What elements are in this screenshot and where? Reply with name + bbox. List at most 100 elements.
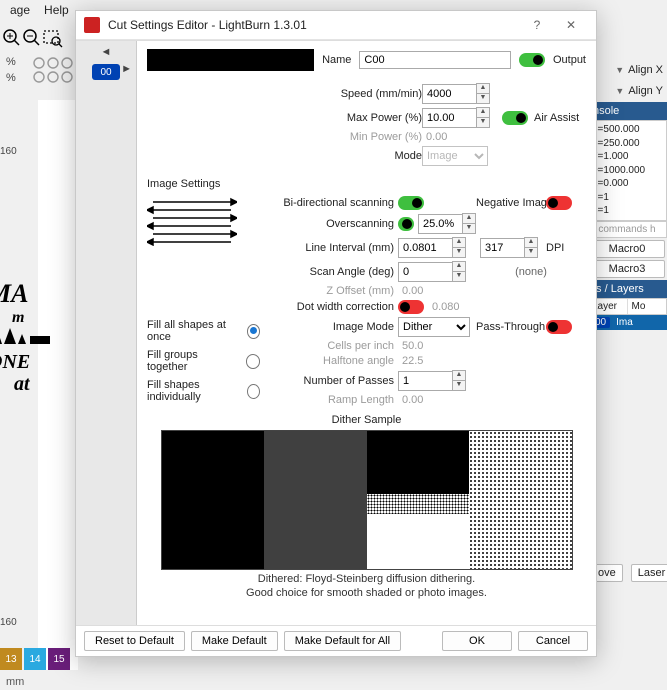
output-label: Output <box>553 54 586 66</box>
ramp-value: 0.00 <box>398 394 476 406</box>
minpower-value: 0.00 <box>422 131 496 143</box>
dither-caption: Dithered: Floyd-Steinberg diffusion dith… <box>147 572 586 601</box>
chevron-icon[interactable]: ▼ <box>615 86 624 96</box>
ok-button[interactable]: OK <box>442 631 512 651</box>
reset-default-button[interactable]: Reset to Default <box>84 631 185 651</box>
bidi-toggle[interactable] <box>398 196 424 210</box>
mode-label: Mode <box>147 150 422 162</box>
chevron-icon[interactable]: ▼ <box>615 65 624 75</box>
overscan-input[interactable]: ▲▼ <box>418 213 476 234</box>
app-window: age Help % % 160 160 MA m ONE at ▼Align … <box>0 0 667 690</box>
menu-item[interactable]: Help <box>44 3 69 25</box>
menu-item[interactable]: age <box>10 3 30 25</box>
overscan-toggle[interactable] <box>398 217 414 231</box>
dotwidth-value: 0.080 <box>428 301 460 313</box>
bidi-label: Bi-directional scanning <box>268 197 398 209</box>
zoffset-value: 0.00 <box>398 285 476 297</box>
layer-mode: Ima <box>616 317 633 328</box>
passthrough-label: Pass-Through <box>476 321 546 333</box>
mode-select[interactable]: Image <box>422 146 488 166</box>
toolbar <box>0 24 66 52</box>
color-swatch[interactable]: 14 <box>24 648 46 670</box>
align-y-btn[interactable]: Align Y <box>628 85 663 97</box>
design-preview: MA m ONE at <box>0 280 78 395</box>
dpi-input[interactable]: ▲▼ <box>480 237 546 258</box>
overscan-label: Overscanning <box>268 218 398 230</box>
color-palette: 13 14 15 <box>0 646 72 672</box>
name-input[interactable] <box>359 51 511 69</box>
scanangle-label: Scan Angle (deg) <box>268 266 398 278</box>
dither-sample-image <box>161 430 573 570</box>
console-header: nsole <box>587 102 667 120</box>
output-toggle[interactable] <box>519 53 545 67</box>
passthrough-toggle[interactable] <box>546 320 572 334</box>
chevron-right-icon[interactable]: ► <box>121 64 132 75</box>
ruler-mark: 160 <box>0 617 38 628</box>
name-label: Name <box>322 54 351 66</box>
layer-row[interactable]: 00 Ima <box>587 315 667 330</box>
percent-label: % <box>6 72 16 84</box>
right-panels: ▼ Align X ▼ Align Y nsole 5=500.000 5=250.… <box>587 60 667 586</box>
cancel-button[interactable]: Cancel <box>518 631 588 651</box>
layer-list: ◄ 00 ► <box>76 41 137 625</box>
none-label: (none) <box>476 266 586 278</box>
fill-groups-label: Fill groups together <box>147 349 238 373</box>
make-default-button[interactable]: Make Default <box>191 631 278 651</box>
lineinterval-input[interactable]: ▲▼ <box>398 237 476 258</box>
chevron-left-icon[interactable]: ◄ <box>101 47 112 58</box>
laser-button[interactable]: Laser <box>631 564 667 582</box>
neg-image-label: Negative Image <box>476 197 546 209</box>
ruler-mark: 160 <box>0 146 38 157</box>
close-button[interactable]: ✕ <box>554 13 588 37</box>
align-x-btn[interactable]: Align X <box>628 64 663 76</box>
macro0-button[interactable]: Macro0 <box>589 240 665 258</box>
scan-direction-icon <box>147 196 237 246</box>
zoffset-label: Z Offset (mm) <box>268 285 398 297</box>
halftone-value: 22.5 <box>398 355 476 367</box>
passes-input[interactable]: ▲▼ <box>398 370 476 391</box>
app-icon <box>84 17 100 33</box>
status-unit: mm <box>6 676 24 688</box>
speed-input[interactable]: ▲▼ <box>422 83 496 104</box>
dot-grid-tool[interactable] <box>32 56 74 93</box>
layer-chip[interactable]: 00 <box>92 64 120 80</box>
cells-value: 50.0 <box>398 340 476 352</box>
trees-icon <box>0 326 58 348</box>
dialog-footer: Reset to Default Make Default Make Defau… <box>76 625 596 656</box>
cut-settings-dialog: Cut Settings Editor - LightBurn 1.3.01 ?… <box>75 10 597 657</box>
dialog-body: Name Output Speed (mm/min) ▲▼ Max Power … <box>137 41 596 625</box>
dotwidth-toggle[interactable] <box>398 300 424 314</box>
imagemode-select[interactable]: Dither <box>398 317 470 337</box>
airassist-label: Air Assist <box>534 112 579 124</box>
dialog-title: Cut Settings Editor - LightBurn 1.3.01 <box>108 18 520 32</box>
maxpower-input[interactable]: ▲▼ <box>422 107 496 128</box>
fill-all-radio[interactable] <box>247 324 260 339</box>
dither-sample-header: Dither Sample <box>147 414 586 426</box>
fill-indiv-label: Fill shapes individually <box>147 379 239 403</box>
maxpower-label: Max Power (%) <box>147 112 422 124</box>
zoom-in-icon[interactable] <box>2 28 22 48</box>
color-swatch[interactable]: 15 <box>48 648 70 670</box>
titlebar: Cut Settings Editor - LightBurn 1.3.01 ?… <box>76 11 596 40</box>
zoom-frame-icon[interactable] <box>42 28 64 48</box>
macro3-button[interactable]: Macro3 <box>589 260 665 278</box>
help-button[interactable]: ? <box>520 13 554 37</box>
passes-label: Number of Passes <box>268 375 398 387</box>
fill-indiv-radio[interactable] <box>247 384 260 399</box>
dpi-label: DPI <box>546 242 586 254</box>
cells-label: Cells per inch <box>268 340 398 352</box>
scanangle-input[interactable]: ▲▼ <box>398 261 476 282</box>
fill-all-label: Fill all shapes at once <box>147 319 239 343</box>
color-swatch[interactable]: 13 <box>0 648 22 670</box>
col-header: Mo <box>628 299 667 314</box>
fill-groups-radio[interactable] <box>246 354 261 369</box>
airassist-toggle[interactable] <box>502 111 528 125</box>
zoom-out-icon[interactable] <box>22 28 42 48</box>
console-output: 5=500.000 5=250.000 7=1.000 0=1000.000 1… <box>587 120 667 221</box>
console-input[interactable]: e commands h <box>587 221 667 238</box>
neg-image-toggle[interactable] <box>546 196 572 210</box>
dotwidth-label: Dot width correction <box>268 301 398 313</box>
halftone-label: Halftone angle <box>268 355 398 367</box>
make-default-all-button[interactable]: Make Default for All <box>284 631 401 651</box>
minpower-label: Min Power (%) <box>147 131 422 143</box>
